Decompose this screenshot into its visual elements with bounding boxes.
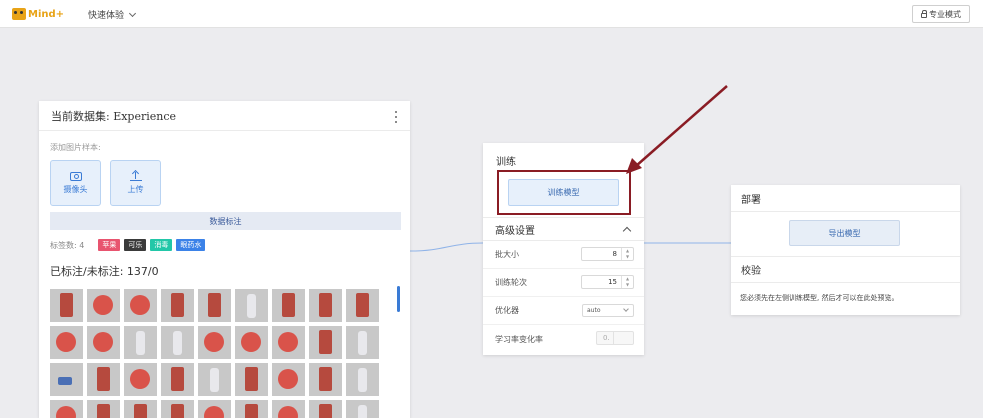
param-batch-size: 批大小 8 ▲ ▼ <box>483 241 644 269</box>
sample-thumbnail[interactable] <box>346 400 379 418</box>
epochs-stepper[interactable]: ▲ ▼ <box>621 276 633 288</box>
image-grid <box>50 289 379 418</box>
train-title: 训练 <box>496 157 516 168</box>
verify-message: 您必须先在左侧训练模型, 然后才可以在此处预览。 <box>740 294 899 302</box>
sample-thumbnail[interactable] <box>309 400 342 418</box>
sample-thumbnail[interactable] <box>346 363 379 396</box>
epochs-label: 训练轮次 <box>495 278 527 287</box>
sample-thumbnail[interactable] <box>309 326 342 359</box>
deploy-panel: 部署 导出模型 校验 您必须先在左侧训练模型, 然后才可以在此处预览。 <box>731 185 960 315</box>
data-annotation-button[interactable]: 数据标注 <box>50 212 401 230</box>
sample-thumbnail[interactable] <box>87 326 120 359</box>
sample-thumbnail[interactable] <box>198 326 231 359</box>
sample-thumbnail[interactable] <box>272 400 305 418</box>
sample-thumbnail[interactable] <box>272 289 305 322</box>
batch-size-label: 批大小 <box>495 250 519 259</box>
sample-thumbnail[interactable] <box>346 289 379 322</box>
epochs-input[interactable]: 15 ▲ ▼ <box>581 275 634 289</box>
camera-button[interactable]: 摄像头 <box>50 160 101 206</box>
upload-icon <box>129 171 142 181</box>
param-optimizer: 优化器 auto <box>483 297 644 325</box>
sample-thumbnail[interactable] <box>235 326 268 359</box>
sample-thumbnail[interactable] <box>50 289 83 322</box>
lr-decay-toggle[interactable] <box>613 332 633 344</box>
tag-eyedrops[interactable]: 眼药水 <box>176 239 206 251</box>
sample-thumbnail[interactable] <box>235 400 268 418</box>
sample-thumbnail[interactable] <box>124 289 157 322</box>
sample-thumbnail[interactable] <box>50 326 83 359</box>
sample-thumbnail[interactable] <box>346 326 379 359</box>
highlight-box <box>497 170 631 215</box>
dataset-panel: 当前数据集: Experience 添加图片样本: 摄像头 上传 数据标注 标签… <box>39 101 410 418</box>
upload-label: 上传 <box>127 185 144 194</box>
sample-thumbnail[interactable] <box>87 363 120 396</box>
sample-thumbnail[interactable] <box>309 289 342 322</box>
sample-thumbnail[interactable] <box>50 400 83 418</box>
batch-size-value: 8 <box>612 250 617 258</box>
chevron-down-icon <box>623 306 629 312</box>
sample-thumbnail[interactable] <box>87 289 120 322</box>
tag-row: 标签数: 4 苹果 可乐 消毒 眼药水 <box>50 239 206 251</box>
grid-scrollbar[interactable] <box>397 286 400 312</box>
advanced-settings-toggle[interactable]: 高级设置 <box>483 217 644 241</box>
sample-thumbnail[interactable] <box>50 363 83 396</box>
tag-count: 标签数: 4 <box>50 240 85 250</box>
camera-icon <box>69 171 82 181</box>
tag-cola[interactable]: 可乐 <box>124 239 147 251</box>
optimizer-select[interactable]: auto <box>582 304 634 317</box>
sample-thumbnail[interactable] <box>198 400 231 418</box>
sample-thumbnail[interactable] <box>272 363 305 396</box>
tag-apple[interactable]: 苹果 <box>98 239 121 251</box>
sample-thumbnail[interactable] <box>87 400 120 418</box>
export-model-button[interactable]: 导出模型 <box>789 220 900 246</box>
optimizer-value: auto <box>587 307 601 314</box>
sample-thumbnail[interactable] <box>124 363 157 396</box>
sample-thumbnail[interactable] <box>161 289 194 322</box>
lr-decay-value: 0. <box>603 334 610 342</box>
lr-decay-input[interactable]: 0. <box>596 331 634 345</box>
sample-thumbnail[interactable] <box>272 326 305 359</box>
optimizer-label: 优化器 <box>495 306 519 315</box>
upload-button[interactable]: 上传 <box>110 160 161 206</box>
deploy-title: 部署 <box>731 185 960 212</box>
add-samples-label: 添加图片样本: <box>50 143 101 152</box>
epochs-value: 15 <box>608 278 617 286</box>
param-lr-decay: 学习率变化率 0. <box>483 325 644 353</box>
dataset-title: 当前数据集: Experience <box>39 101 410 131</box>
sample-thumbnail[interactable] <box>235 363 268 396</box>
verify-title: 校验 <box>731 256 960 283</box>
sample-thumbnail[interactable] <box>124 326 157 359</box>
sample-thumbnail[interactable] <box>198 363 231 396</box>
sample-thumbnail[interactable] <box>161 400 194 418</box>
sample-thumbnail[interactable] <box>161 363 194 396</box>
batch-size-stepper[interactable]: ▲ ▼ <box>621 248 633 260</box>
param-epochs: 训练轮次 15 ▲ ▼ <box>483 269 644 297</box>
annotation-summary: 已标注/未标注: 137/0 <box>50 265 159 278</box>
sample-thumbnail[interactable] <box>161 326 194 359</box>
sample-thumbnail[interactable] <box>198 289 231 322</box>
camera-label: 摄像头 <box>63 184 88 194</box>
connector-dataset-train <box>409 242 484 252</box>
batch-size-input[interactable]: 8 ▲ ▼ <box>581 247 634 261</box>
train-panel: 训练 训练模型 高级设置 批大小 8 ▲ ▼ 训练轮次 15 ▲ ▼ 优化器 aut… <box>483 143 644 355</box>
sample-thumbnail[interactable] <box>124 400 157 418</box>
lr-decay-label: 学习率变化率 <box>495 334 543 344</box>
advanced-settings-label: 高级设置 <box>495 225 535 237</box>
more-options-icon[interactable] <box>394 111 398 123</box>
tag-disinfect[interactable]: 消毒 <box>150 239 173 251</box>
sample-thumbnail[interactable] <box>235 289 268 322</box>
chevron-up-icon <box>622 226 632 236</box>
sample-thumbnail[interactable] <box>309 363 342 396</box>
